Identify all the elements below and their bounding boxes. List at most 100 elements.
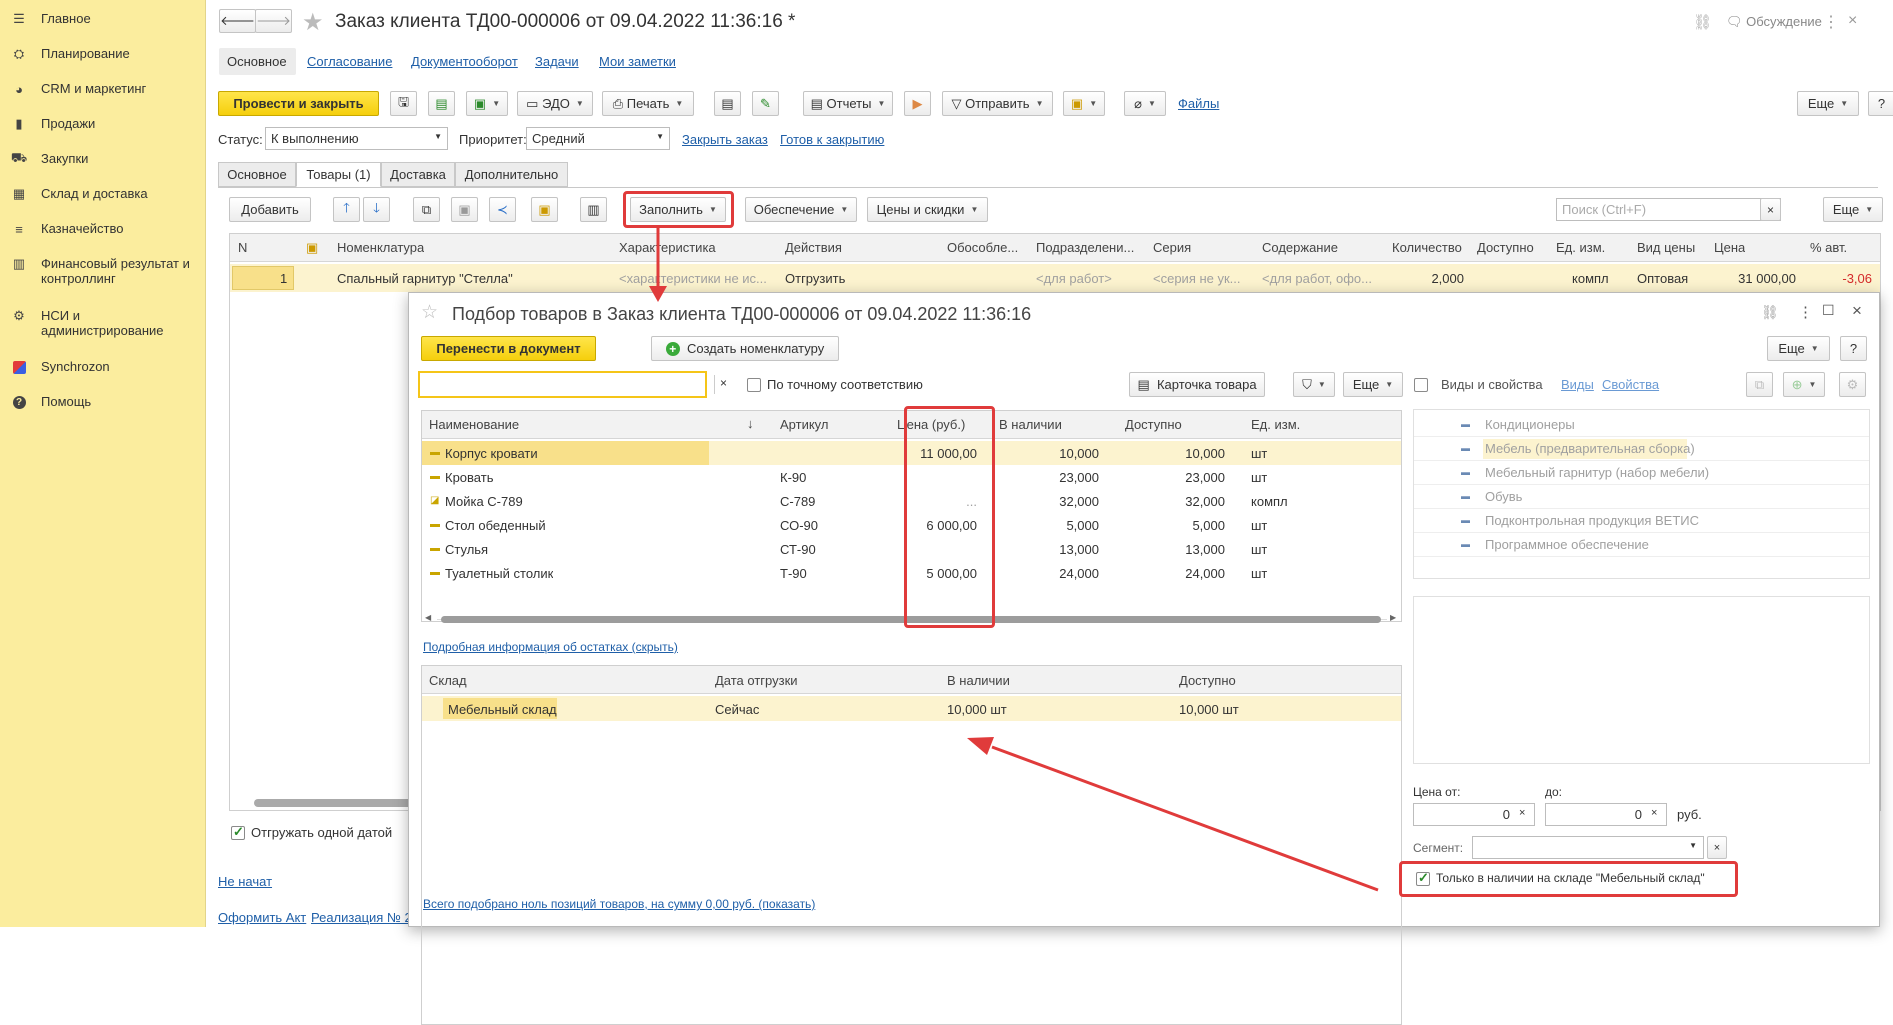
th-article[interactable]: Артикул: [780, 417, 828, 432]
link-icon[interactable]: ⛓: [1693, 13, 1712, 31]
print-button[interactable]: ⎙ Печать ▼: [602, 91, 694, 116]
sidebar-item-finance[interactable]: ▥ Финансовый результат и контроллинг: [10, 256, 202, 286]
th-price-type[interactable]: Вид цены: [1637, 240, 1695, 255]
create-item-button[interactable]: + Создать номенклатуру: [651, 336, 839, 361]
goods-more-button[interactable]: Еще ▼: [1823, 197, 1883, 222]
th-price[interactable]: Цена: [1714, 240, 1745, 255]
th-available[interactable]: Доступно: [1179, 673, 1236, 688]
goods-hscrollbar[interactable]: [254, 799, 414, 807]
th-characteristic[interactable]: Характеристика: [619, 240, 716, 255]
nav-tab-docflow[interactable]: Документооборот: [411, 54, 518, 69]
filter-button[interactable]: ⛉ ▼: [1293, 372, 1335, 397]
price-from-input[interactable]: 0: [1413, 803, 1535, 826]
not-started-link[interactable]: Не начат: [218, 874, 272, 889]
picker-more-button[interactable]: Еще ▼: [1767, 336, 1830, 361]
product-card-button[interactable]: ▤ Карточка товара: [1129, 372, 1265, 397]
tab-delivery[interactable]: Доставка: [381, 162, 455, 187]
move-down-button[interactable]: 🡓: [363, 197, 390, 222]
realization-link[interactable]: Реализация № 2: [311, 910, 409, 925]
segment-select[interactable]: ▼: [1472, 836, 1704, 859]
category-item[interactable]: Программное обеспечение: [1485, 537, 1649, 552]
th-item[interactable]: Номенклатура: [337, 240, 424, 255]
workflow-button[interactable]: ▶: [904, 91, 931, 116]
move-up-button[interactable]: 🡑: [333, 197, 360, 222]
category-item[interactable]: Мебельный гарнитур (набор мебели): [1485, 465, 1709, 480]
picker-maximize-icon[interactable]: ☐: [1822, 302, 1835, 319]
th-separate[interactable]: Обособле...: [947, 240, 1027, 255]
edo-button[interactable]: ▭ ЭДО ▼: [517, 91, 593, 116]
document-button[interactable]: ▤: [714, 91, 741, 116]
summary-link[interactable]: Всего подобрано ноль позиций товаров, на…: [423, 897, 815, 911]
category-item[interactable]: Обувь: [1485, 489, 1522, 504]
discussion-button[interactable]: 🗨 Обсуждение: [1726, 14, 1822, 30]
tab-additional[interactable]: Дополнительно: [455, 162, 568, 187]
nav-tab-notes[interactable]: Мои заметки: [599, 54, 676, 69]
ready-to-close-link[interactable]: Готов к закрытию: [780, 132, 884, 147]
stock-detail-link[interactable]: Подробная информация об остатках (скрыть…: [423, 640, 678, 654]
post-close-button[interactable]: Провести и закрыть: [218, 91, 379, 116]
save-button[interactable]: 🖫: [390, 91, 417, 116]
post-button[interactable]: ▤: [428, 91, 455, 116]
edit-button[interactable]: ✎: [752, 91, 779, 116]
help-button[interactable]: ?: [1868, 91, 1893, 116]
transfer-button[interactable]: Перенести в документ: [421, 336, 596, 361]
barcode-button[interactable]: ▥: [580, 197, 607, 222]
th-ship-date[interactable]: Дата отгрузки: [715, 673, 798, 688]
picker-search-input[interactable]: [418, 371, 707, 398]
picker-more-vert-icon[interactable]: ⋮: [1798, 303, 1813, 321]
nav-tab-tasks[interactable]: Задачи: [535, 54, 579, 69]
category-item[interactable]: Кондиционеры: [1485, 417, 1575, 432]
th-division[interactable]: Подразделени...: [1036, 240, 1146, 255]
th-stock[interactable]: В наличии: [999, 417, 1062, 432]
th-unit[interactable]: Ед. изм.: [1251, 417, 1300, 432]
paste-button[interactable]: ▣: [451, 197, 478, 222]
picker-star-icon[interactable]: ☆: [421, 301, 438, 324]
files-link[interactable]: Файлы: [1178, 96, 1219, 111]
priority-select[interactable]: Средний ▼: [526, 127, 670, 150]
sidebar-item-nsi[interactable]: ⚙ НСИ и администрирование: [10, 308, 202, 338]
category-item[interactable]: Подконтрольная продукция ВЕТИС: [1485, 513, 1699, 528]
send-button[interactable]: ▽ Отправить ▼: [942, 91, 1053, 116]
back-button[interactable]: 🡐: [219, 9, 256, 33]
th-action[interactable]: Действия: [785, 240, 842, 255]
th-name[interactable]: Наименование: [429, 417, 519, 432]
nav-tab-main[interactable]: Основное: [227, 54, 287, 69]
sidebar-item-treasury[interactable]: ≡ Казначейство: [10, 221, 202, 237]
scroll-right-icon[interactable]: ▶: [1390, 613, 1396, 622]
reports-button[interactable]: ▤ Отчеты ▼: [803, 91, 893, 116]
settings-button[interactable]: ⚙: [1839, 372, 1866, 397]
search-input[interactable]: Поиск (Ctrl+F): [1556, 198, 1781, 221]
segment-clear-button[interactable]: ×: [1707, 836, 1727, 859]
attach-doc-button[interactable]: ▣ ▼: [1063, 91, 1105, 116]
share-button[interactable]: ≺: [489, 197, 516, 222]
th-stock[interactable]: В наличии: [947, 673, 1010, 688]
add-prop-button[interactable]: ⊕ ▼: [1783, 372, 1825, 397]
sidebar-item-crm[interactable]: ◕ CRM и маркетинг: [10, 81, 202, 97]
more-button[interactable]: Еще ▼: [1797, 91, 1859, 116]
picker-link-icon[interactable]: ⛓: [1761, 304, 1779, 321]
price-from-clear[interactable]: ×: [1519, 807, 1525, 819]
tab-goods[interactable]: Товары (1): [296, 162, 381, 187]
picker-help-button[interactable]: ?: [1840, 336, 1867, 361]
status-select[interactable]: К выполнению ▼: [265, 127, 448, 150]
more-vert-icon[interactable]: ⋮: [1823, 12, 1839, 32]
price-to-clear[interactable]: ×: [1651, 807, 1657, 819]
sidebar-item-purchases[interactable]: ⛟ Закупки: [10, 150, 202, 167]
th-n[interactable]: N: [238, 240, 247, 255]
props-link[interactable]: Свойства: [1602, 377, 1659, 392]
tab-main[interactable]: Основное: [218, 162, 296, 187]
add-button[interactable]: Добавить: [229, 197, 311, 222]
ship-one-date-checkbox[interactable]: [231, 824, 245, 840]
prices-button[interactable]: Цены и скидки ▼: [867, 197, 988, 222]
sidebar-item-sales[interactable]: ▮ Продажи: [10, 116, 202, 132]
provision-button[interactable]: Обеспечение ▼: [745, 197, 857, 222]
scroll-left-icon[interactable]: ◀: [425, 613, 431, 622]
sidebar-item-help[interactable]: ? Помощь: [10, 394, 202, 410]
clip-button[interactable]: ⌀ ▼: [1124, 91, 1166, 116]
sidebar-item-planning[interactable]: ⛭ Планирование: [10, 46, 202, 62]
exact-match-checkbox[interactable]: [747, 378, 761, 392]
th-available[interactable]: Доступно: [1477, 240, 1534, 255]
picker-close-icon[interactable]: ×: [1852, 301, 1862, 321]
th-content[interactable]: Содержание: [1262, 240, 1338, 255]
th-available[interactable]: Доступно: [1125, 417, 1182, 432]
